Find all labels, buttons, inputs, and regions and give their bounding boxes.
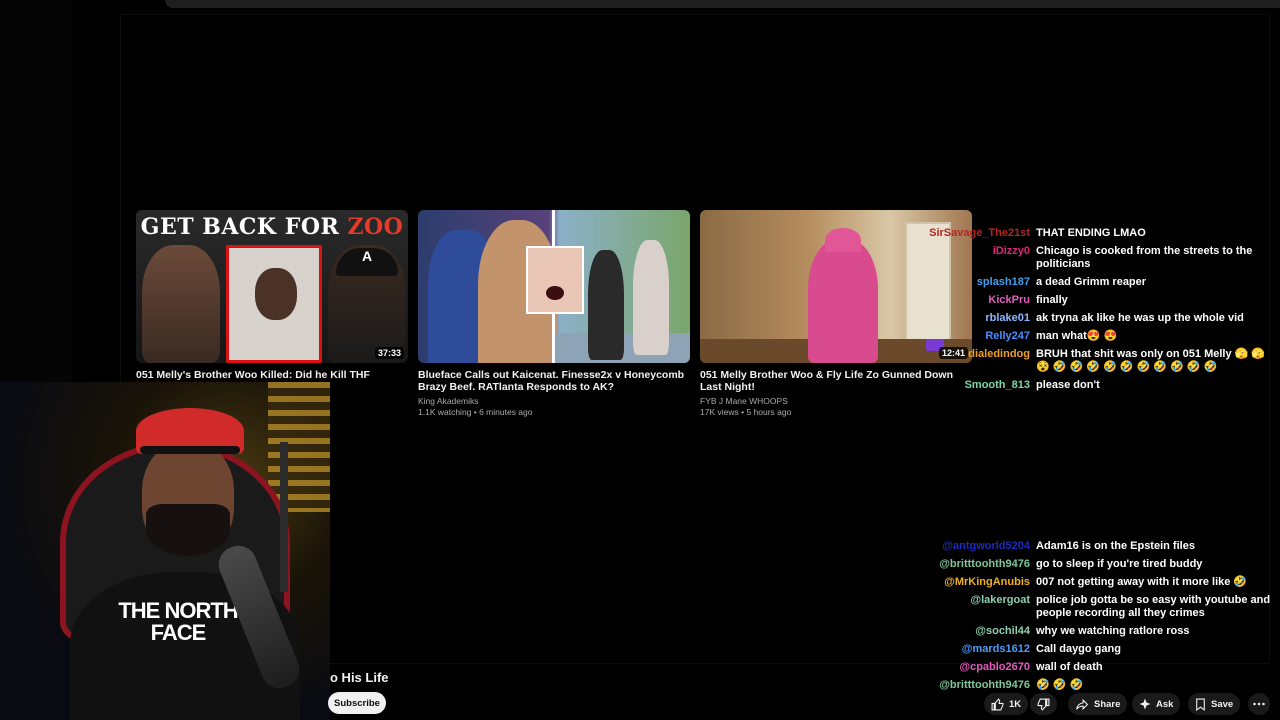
chat-username: @cpablo2670 (959, 661, 1030, 673)
chat-message: dialedindog BRUH that shit was only on 05… (912, 348, 1272, 374)
chat-message: Smooth_813 please don't (912, 379, 1272, 392)
more-horizontal-icon (1253, 702, 1265, 706)
thumbnail-banner: GET BACK FOR ZOO (140, 214, 404, 240)
top-bar (165, 0, 1280, 8)
chat-username: @mards1612 (961, 643, 1030, 655)
background-lights (268, 382, 330, 512)
chat-username: iDizzy0 (992, 245, 1030, 257)
bookmark-icon (1195, 698, 1206, 711)
chat-message: @mards1612 Call daygo gang (912, 643, 1272, 656)
chat-message: @MrKingAnubis 007 not getting away with i… (912, 576, 1272, 589)
chat-username: rblake01 (985, 312, 1030, 324)
card-stats: 17K views • 5 hours ago (700, 407, 792, 417)
chat-message: @antgworld5204 Adam16 is on the Epstein f… (912, 540, 1272, 553)
chat-message: @britttoohth9476 go to sleep if you're ti… (912, 558, 1272, 571)
chat-username: @britttoohth9476 (939, 558, 1030, 570)
chat-text: ak tryna ak like he was up the whole vid (1036, 312, 1244, 324)
video-title: o His Life (330, 670, 389, 685)
chat-username: @sochil44 (975, 625, 1030, 637)
chat-message: KickPru finally (912, 294, 1272, 307)
chat-message: iDizzy0 Chicago is cooked from the street… (912, 245, 1272, 271)
chat-text: wall of death (1036, 661, 1103, 673)
chat-message: Relly247 man what😍 😍 (912, 330, 1272, 343)
thumbnail-face (226, 245, 322, 363)
chat-message: SirSavage_The21st THAT ENDING LMAO (912, 227, 1272, 240)
duration-badge: 37:33 (374, 347, 404, 359)
chat-text: Adam16 is on the Epstein files (1036, 540, 1195, 552)
chat-message: @sochil44 why we watching ratlore ross (912, 625, 1272, 638)
chat-username: @antgworld5204 (942, 540, 1030, 552)
chat-username: SirSavage_The21st (929, 227, 1030, 239)
chat-text: police job gotta be so easy with youtube… (1036, 594, 1271, 619)
thumbnail[interactable]: GET BACK FOR ZOO A 37:33 (136, 210, 408, 363)
save-label: Save (1211, 698, 1234, 710)
card-channel[interactable]: FYB J Mane WHOOPS (700, 396, 972, 407)
chat-text: Call daygo gang (1036, 643, 1121, 655)
chat-username: @lakergoat (970, 594, 1030, 606)
chat-text: why we watching ratlore ross (1036, 625, 1190, 637)
ask-label: Ask (1156, 698, 1174, 710)
cap-brim (140, 446, 240, 454)
card-stats: 1.1K watching • 6 minutes ago (418, 407, 533, 417)
webcam-overlay: THE NORTH FACE (0, 382, 330, 720)
chat-text: BRUH that shit was only on 051 Melly 🫣 🫣… (1036, 348, 1266, 373)
chat-message: @cpablo2670 wall of death (912, 661, 1272, 674)
share-icon (1075, 698, 1089, 711)
chat-username: splash187 (976, 276, 1030, 288)
chat-username: KickPru (988, 294, 1030, 306)
thumbnail-figure (588, 250, 624, 360)
streamer-beard (146, 504, 230, 556)
thumbs-down-icon (1037, 698, 1050, 711)
chat-text: please don't (1036, 379, 1100, 391)
card-channel[interactable]: King Akademiks (418, 396, 690, 407)
thumbnail-figure (633, 240, 669, 355)
chat-username: dialedindog (968, 348, 1030, 360)
chat-username: Smooth_813 (964, 379, 1030, 391)
chat-text: man what😍 😍 (1036, 330, 1118, 342)
chat-text: Chicago is cooked from the streets to th… (1036, 245, 1253, 270)
end-card-2[interactable]: Blueface Calls out Kaicenat. Finesse2x v… (418, 210, 690, 418)
thumbnail[interactable] (418, 210, 690, 363)
chat-text: THAT ENDING LMAO (1036, 227, 1146, 239)
chat-text: a dead Grimm reaper (1036, 276, 1147, 288)
card-title[interactable]: Blueface Calls out Kaicenat. Finesse2x v… (418, 369, 690, 393)
chat-message: @britttoohth9476 🤣 🤣 🤣 (912, 679, 1272, 692)
chat-text: 🤣 🤣 🤣 (1036, 679, 1084, 691)
thumbnail-figure (808, 240, 878, 363)
chat-username: Relly247 (985, 330, 1030, 342)
chat-overlay-bottom: @antgworld5204 Adam16 is on the Epstein f… (912, 540, 1272, 697)
thumbnail-hat (825, 228, 861, 252)
chat-message: rblake01 ak tryna ak like he was up the w… (912, 312, 1272, 325)
mic-boom (280, 442, 288, 592)
shirt-logo: THE NORTH FACE (118, 598, 238, 645)
chat-overlay-top: SirSavage_The21st THAT ENDING LMAO iDizzy0… (912, 227, 1272, 397)
end-card-1[interactable]: GET BACK FOR ZOO A 37:33 051 Melly's Bro… (136, 210, 408, 393)
thumbnail-face (142, 245, 220, 363)
share-label: Share (1094, 698, 1121, 710)
chat-message: splash187 a dead Grimm reaper (912, 276, 1272, 289)
chat-username: @MrKingAnubis (944, 576, 1030, 588)
like-count: 1K (1009, 698, 1022, 710)
thumbnail-inset (526, 246, 584, 314)
subscribe-button[interactable]: Subscribe (328, 692, 386, 714)
chat-text: 007 not getting away with it more like 🤣 (1036, 576, 1248, 588)
chat-text: finally (1036, 294, 1068, 306)
thumbs-up-icon (991, 697, 1004, 711)
chat-text: go to sleep if you're tired buddy (1036, 558, 1203, 570)
chat-message: @lakergoat police job gotta be so easy wi… (912, 594, 1272, 620)
sparkle-icon (1139, 698, 1151, 710)
chat-username: @britttoohth9476 (939, 679, 1030, 691)
